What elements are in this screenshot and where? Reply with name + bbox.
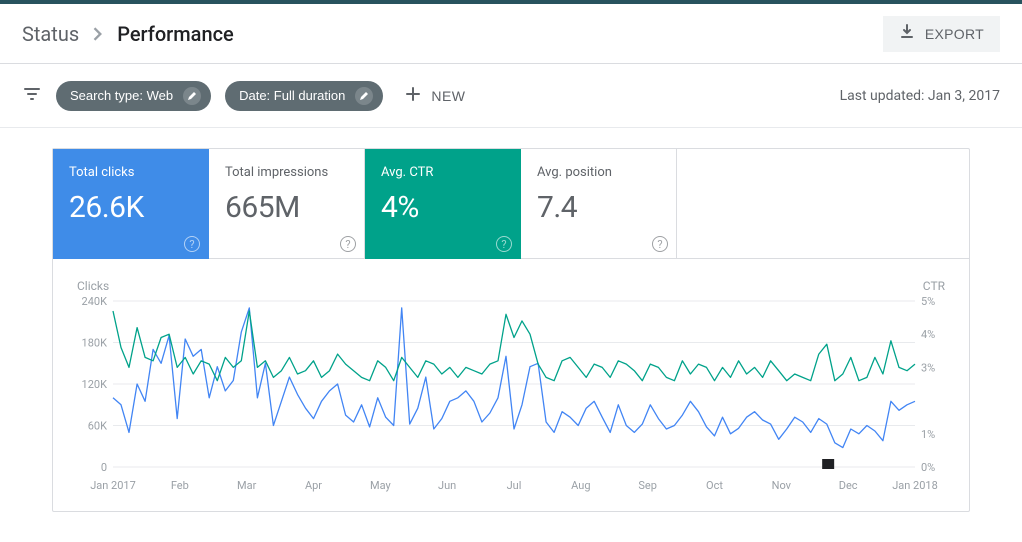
metric-spacer bbox=[677, 149, 969, 259]
chart-axis-labels: Clicks CTR bbox=[77, 279, 945, 293]
chart-area: Clicks CTR 0 60K 120K 180K 240K 0% 1% 3% 4% 5% Jan… bbox=[53, 259, 969, 511]
new-filter-label: NEW bbox=[431, 88, 465, 104]
svg-text:Aug: Aug bbox=[571, 479, 590, 492]
svg-text:Dec: Dec bbox=[839, 479, 858, 492]
export-label: EXPORT bbox=[925, 26, 984, 42]
help-icon[interactable]: ? bbox=[184, 236, 200, 252]
metric-value: 665M bbox=[225, 190, 348, 225]
left-axis-label: Clicks bbox=[77, 279, 109, 293]
metric-label: Avg. CTR bbox=[381, 165, 504, 180]
svg-text:Oct: Oct bbox=[706, 479, 723, 492]
export-button[interactable]: EXPORT bbox=[883, 16, 1000, 52]
svg-text:120K: 120K bbox=[82, 378, 108, 391]
download-icon bbox=[899, 24, 915, 43]
chip-search-type[interactable]: Search type: Web bbox=[56, 81, 211, 111]
performance-card: Total clicks 26.6K ? Total impressions 6… bbox=[52, 148, 970, 512]
svg-text:60K: 60K bbox=[88, 420, 107, 433]
filter-bar-left: Search type: Web Date: Full duration NEW bbox=[22, 80, 474, 111]
svg-text:May: May bbox=[370, 479, 392, 492]
help-icon[interactable]: ? bbox=[496, 236, 512, 252]
page-header: Status Performance EXPORT bbox=[0, 0, 1022, 64]
breadcrumb: Status Performance bbox=[22, 22, 234, 46]
svg-text:240K: 240K bbox=[82, 297, 108, 308]
help-icon[interactable]: ? bbox=[340, 236, 356, 252]
chip-date-label: Date: Full duration bbox=[239, 88, 345, 103]
pencil-icon bbox=[183, 87, 201, 105]
metric-total-clicks[interactable]: Total clicks 26.6K ? bbox=[53, 149, 209, 259]
breadcrumb-current: Performance bbox=[117, 22, 234, 46]
pencil-icon bbox=[355, 87, 373, 105]
filter-bar: Search type: Web Date: Full duration NEW… bbox=[0, 64, 1022, 128]
filter-icon[interactable] bbox=[22, 84, 42, 108]
chip-date[interactable]: Date: Full duration bbox=[225, 81, 383, 111]
new-filter-button[interactable]: NEW bbox=[397, 80, 473, 111]
content-area: Total clicks 26.6K ? Total impressions 6… bbox=[0, 128, 1022, 532]
svg-text:Sep: Sep bbox=[638, 479, 657, 492]
metric-value: 7.4 bbox=[537, 190, 660, 225]
svg-text:0: 0 bbox=[101, 461, 107, 474]
svg-text:Jan 2017: Jan 2017 bbox=[90, 479, 136, 492]
svg-text:Jan 2018: Jan 2018 bbox=[892, 479, 938, 492]
metric-label: Total impressions bbox=[225, 165, 348, 180]
svg-text:1%: 1% bbox=[921, 428, 935, 441]
svg-text:180K: 180K bbox=[82, 337, 108, 350]
metric-row: Total clicks 26.6K ? Total impressions 6… bbox=[53, 149, 969, 259]
last-updated-text: Last updated: Jan 3, 2017 bbox=[840, 88, 1000, 104]
svg-text:Jun: Jun bbox=[438, 479, 456, 492]
svg-text:0%: 0% bbox=[921, 461, 935, 474]
metric-label: Total clicks bbox=[69, 165, 192, 180]
svg-text:Nov: Nov bbox=[772, 479, 792, 492]
metric-avg-position[interactable]: Avg. position 7.4 ? bbox=[521, 149, 677, 259]
svg-text:Jul: Jul bbox=[507, 479, 522, 492]
metric-label: Avg. position bbox=[537, 165, 660, 180]
performance-chart[interactable]: 0 60K 120K 180K 240K 0% 1% 3% 4% 5% Jan 2017 Feb Mar… bbox=[77, 297, 945, 497]
metric-avg-ctr[interactable]: Avg. CTR 4% ? bbox=[365, 149, 521, 259]
svg-text:4%: 4% bbox=[921, 328, 935, 341]
metric-total-impressions[interactable]: Total impressions 665M ? bbox=[209, 149, 365, 259]
svg-text:Feb: Feb bbox=[171, 479, 189, 492]
right-axis-label: CTR bbox=[923, 279, 945, 293]
svg-text:Apr: Apr bbox=[305, 479, 322, 492]
breadcrumb-parent[interactable]: Status bbox=[22, 22, 79, 46]
svg-text:Mar: Mar bbox=[237, 479, 257, 492]
chip-search-type-label: Search type: Web bbox=[70, 88, 173, 103]
svg-text:3%: 3% bbox=[921, 361, 935, 374]
help-icon[interactable]: ? bbox=[652, 236, 668, 252]
metric-value: 26.6K bbox=[69, 190, 192, 225]
chevron-right-icon bbox=[93, 22, 103, 46]
plus-icon bbox=[405, 86, 421, 105]
svg-text:5%: 5% bbox=[921, 297, 935, 308]
metric-value: 4% bbox=[381, 190, 504, 225]
